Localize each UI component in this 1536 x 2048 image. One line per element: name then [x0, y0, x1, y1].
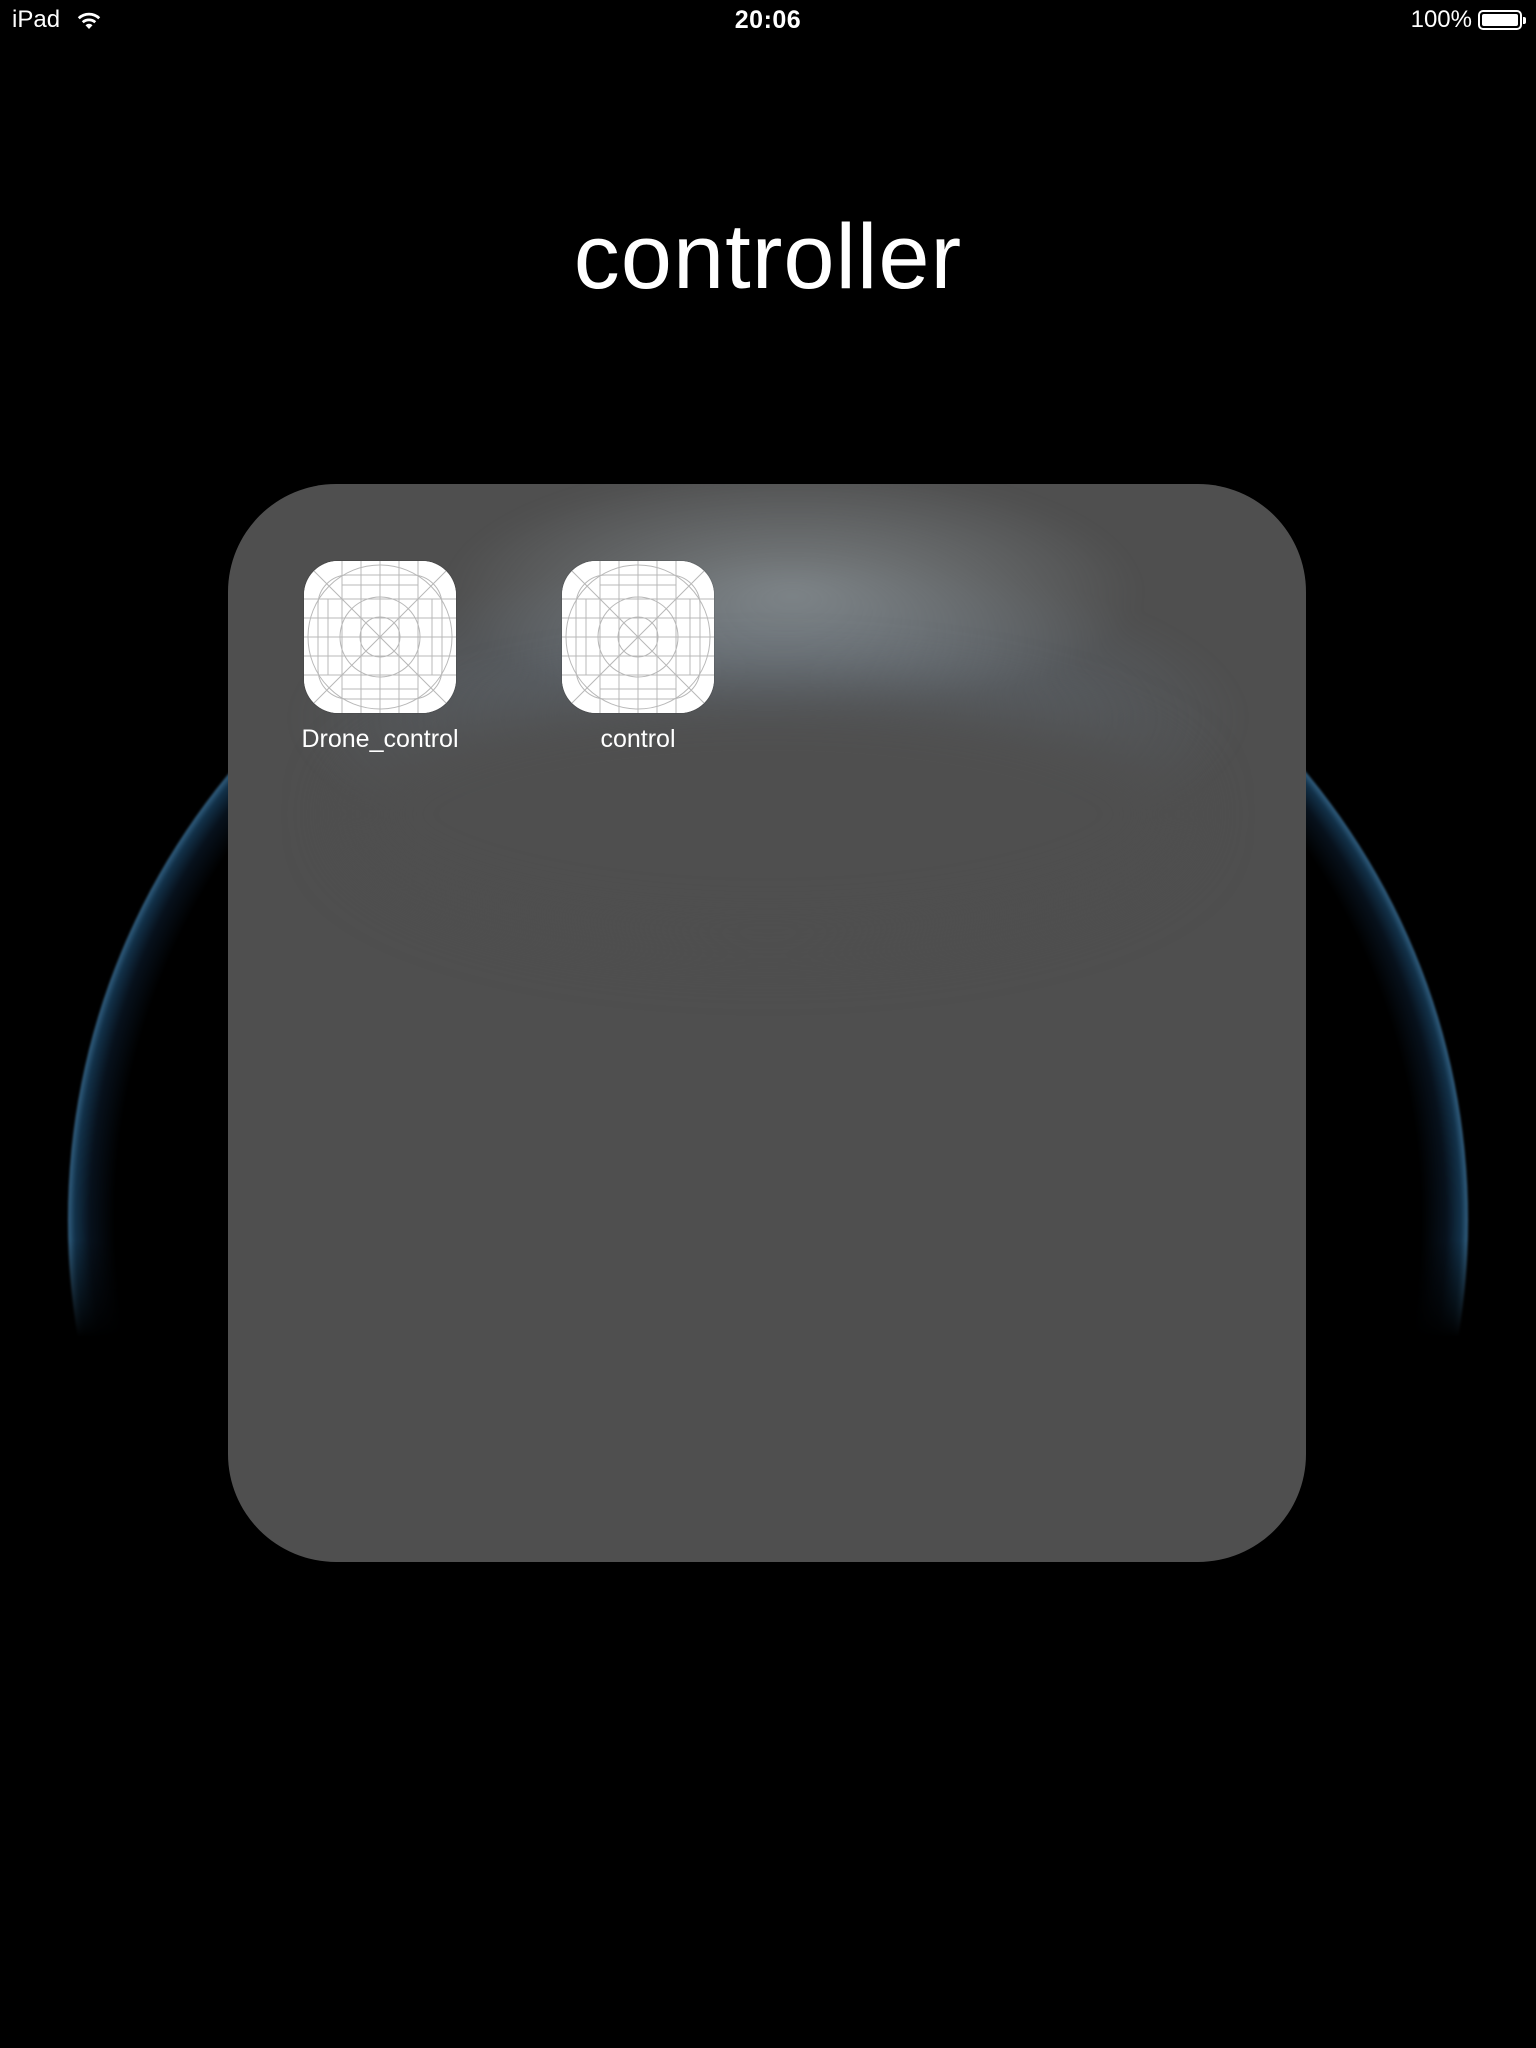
- status-bar: iPad 20:06 100%: [0, 0, 1536, 40]
- folder-title[interactable]: controller: [0, 205, 1536, 310]
- app-label: Drone_control: [301, 725, 459, 753]
- battery-percent: 100%: [1410, 6, 1472, 33]
- status-time: 20:06: [734, 6, 802, 34]
- status-right: 100%: [1411, 6, 1526, 34]
- app-drone-control[interactable]: Drone_control: [280, 561, 480, 754]
- app-placeholder-grid-icon[interactable]: [304, 561, 456, 713]
- battery-icon: [1478, 10, 1526, 30]
- app-label: control: [600, 725, 676, 753]
- battery-fill: [1482, 14, 1518, 26]
- folder-panel: Drone_control control: [228, 484, 1306, 1562]
- app-placeholder-grid-icon[interactable]: [562, 561, 714, 713]
- app-control[interactable]: control: [538, 561, 738, 754]
